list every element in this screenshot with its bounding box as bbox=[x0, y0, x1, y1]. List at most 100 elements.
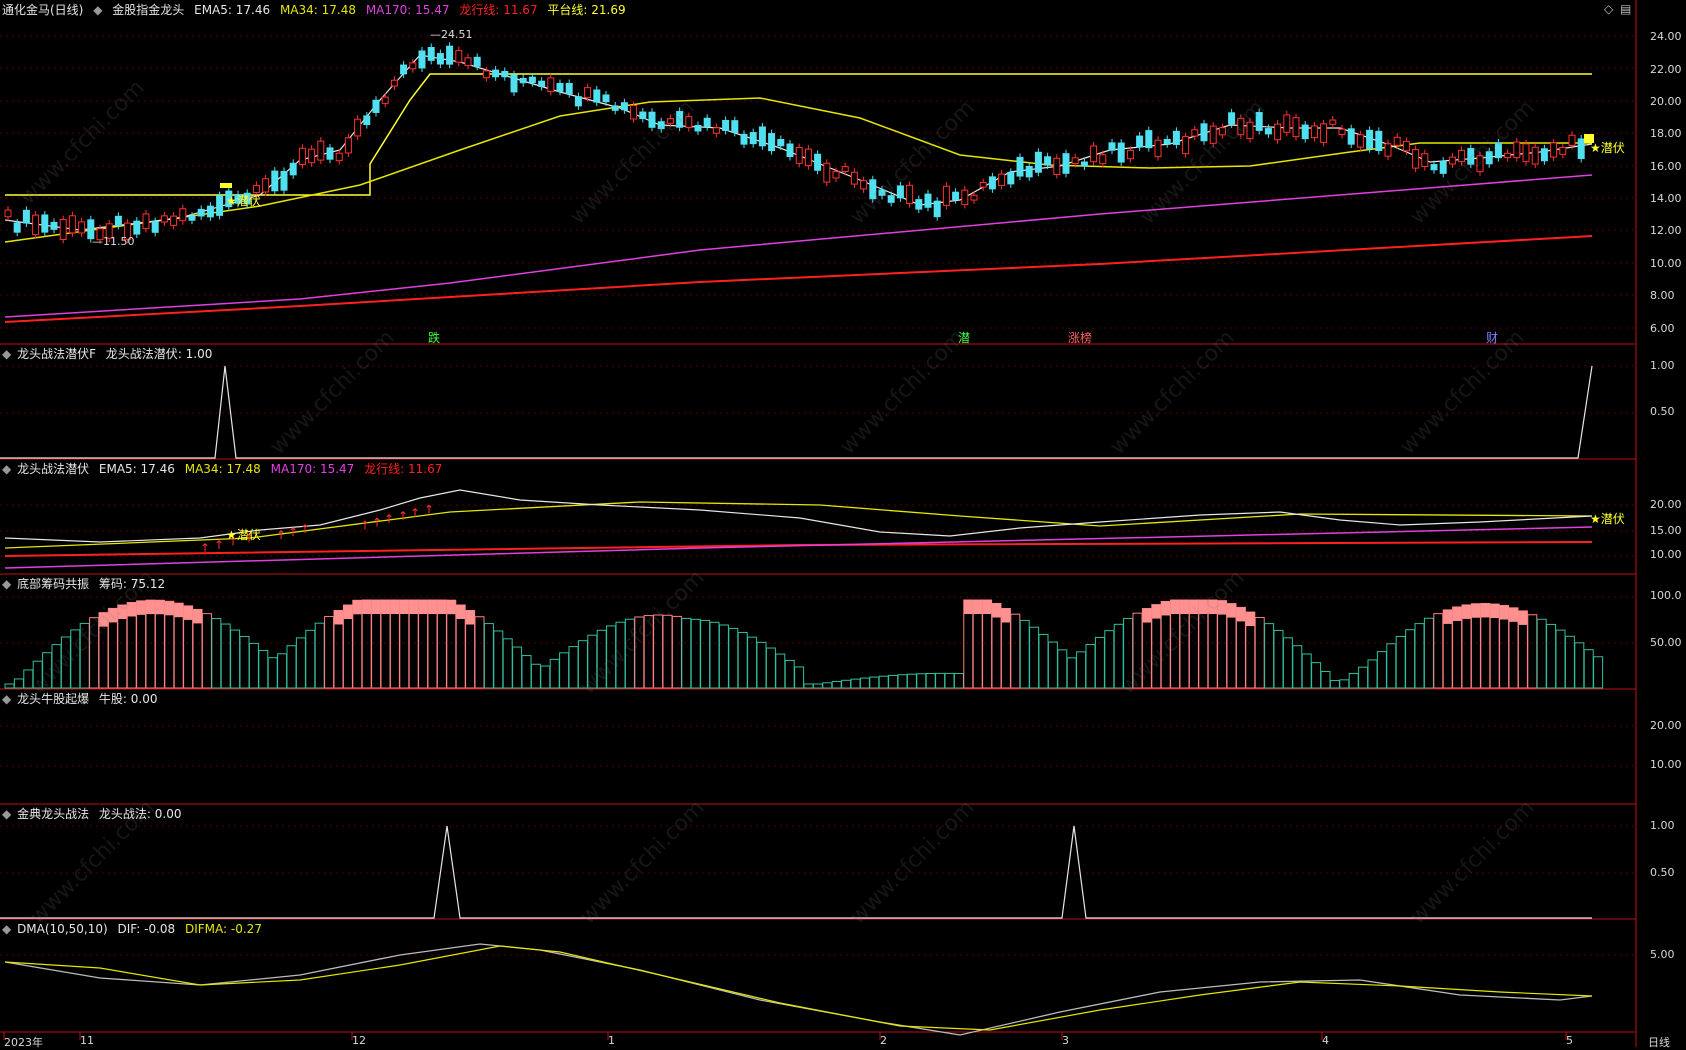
candle-body bbox=[538, 80, 546, 87]
chip-bar-top bbox=[390, 600, 400, 614]
candle-body bbox=[1274, 123, 1282, 141]
candle-body bbox=[1126, 149, 1134, 160]
candle-body bbox=[1154, 139, 1162, 158]
chip-bar bbox=[1536, 618, 1547, 689]
panel2-title[interactable]: 龙头战法潜伏F bbox=[17, 347, 96, 361]
candle-body bbox=[841, 166, 849, 173]
panel6-title[interactable]: 金典龙头战法 bbox=[17, 807, 89, 821]
main-indicator-name[interactable]: 金股指金龙头 bbox=[112, 3, 184, 17]
candle-body bbox=[326, 147, 334, 160]
panel7-title[interactable]: DMA(10,50,10) bbox=[17, 922, 108, 936]
candle-body bbox=[869, 179, 877, 200]
chip-bar bbox=[230, 629, 241, 689]
legend-dif: DIF: -0.08 bbox=[117, 922, 176, 936]
candle-body bbox=[1568, 134, 1576, 146]
chip-bar-top bbox=[1471, 603, 1481, 618]
y-tick: 22.00 bbox=[1650, 63, 1682, 76]
candle-body bbox=[620, 102, 628, 111]
panel5-legend: 牛股: 0.00 bbox=[98, 692, 158, 706]
candle-body bbox=[363, 115, 371, 126]
panel4-header: ◆ 底部筹码共振 筹码: 75.12 bbox=[2, 576, 171, 592]
collapse-icon[interactable]: ◆ bbox=[93, 3, 102, 17]
period-label[interactable]: 日线 bbox=[1648, 1034, 1670, 1050]
candle-body bbox=[1540, 148, 1548, 162]
candle-body bbox=[1034, 151, 1042, 173]
up-arrow-icon: ↑ bbox=[410, 506, 420, 520]
chip-bar bbox=[643, 615, 654, 689]
chip-bar bbox=[1564, 635, 1575, 689]
x-tick: 11 bbox=[80, 1034, 94, 1047]
up-arrow-icon: ↑ bbox=[372, 515, 382, 529]
candle-body bbox=[206, 205, 214, 218]
chip-bar-top bbox=[1170, 600, 1180, 614]
candle-body bbox=[528, 76, 536, 84]
chip-bar bbox=[859, 677, 870, 689]
chip-bar bbox=[1423, 617, 1434, 689]
candle-body bbox=[409, 62, 417, 70]
chart-stage[interactable]: ↑ ↑ ↑ ↑ ↑ ↑ ↑ ↑ ↑ ↑ ↑ ↑ ↑ www.cfchi.com www.cfchi.co… bbox=[0, 0, 1686, 1050]
chip-bar bbox=[897, 674, 908, 689]
x-tick: 3 bbox=[1062, 1034, 1069, 1047]
candle-body bbox=[142, 213, 150, 230]
legend-ema5: EMA5: 17.46 bbox=[194, 3, 271, 17]
chip-bar-top bbox=[381, 600, 390, 614]
candle-body bbox=[170, 215, 178, 226]
chart-canvas[interactable]: ↑ ↑ ↑ ↑ ↑ ↑ ↑ ↑ ↑ ↑ ↑ ↑ ↑ bbox=[0, 0, 1686, 1047]
candle-body bbox=[519, 77, 527, 84]
panel3-title[interactable]: 龙头战法潜伏 bbox=[17, 462, 89, 476]
chip-bar-top bbox=[155, 600, 165, 615]
qian-label: 潜 bbox=[958, 331, 971, 345]
chip-bar-top bbox=[1142, 608, 1152, 623]
candle-body bbox=[915, 199, 923, 210]
candle-body bbox=[1494, 142, 1502, 159]
collapse-icon[interactable]: ◆ bbox=[2, 347, 11, 361]
candle-body bbox=[832, 171, 840, 179]
chip-bar-top bbox=[343, 605, 353, 620]
chip-bar bbox=[1254, 616, 1265, 689]
chip-bar-top bbox=[1499, 605, 1509, 620]
candle-body bbox=[1522, 143, 1530, 163]
stock-title[interactable]: 通化金马(日线) bbox=[2, 3, 83, 17]
collapse-icon[interactable]: ◆ bbox=[2, 692, 11, 706]
collapse-icon[interactable]: ◆ bbox=[2, 807, 11, 821]
candle-body bbox=[197, 208, 205, 217]
candle-body bbox=[114, 215, 122, 226]
window-toggle-icon[interactable]: ▤ bbox=[1620, 2, 1631, 16]
qianfu-f-line bbox=[0, 365, 1593, 459]
candle-body bbox=[1246, 121, 1254, 140]
chip-bar bbox=[549, 658, 560, 689]
y-tick: 8.00 bbox=[1650, 289, 1675, 302]
candle-body bbox=[1338, 128, 1346, 135]
chip-bar bbox=[850, 678, 861, 689]
candle-body bbox=[970, 194, 978, 201]
chip-bar-top bbox=[108, 608, 118, 623]
candle-body bbox=[1108, 142, 1116, 151]
chip-bar bbox=[1273, 629, 1284, 689]
candle-body bbox=[1172, 130, 1180, 145]
candle-body bbox=[482, 70, 490, 79]
chip-bar bbox=[521, 655, 532, 689]
panel4-title[interactable]: 底部筹码共振 bbox=[17, 577, 89, 591]
candle-body bbox=[1117, 142, 1125, 163]
chip-bar-top bbox=[1161, 601, 1171, 616]
candle-body bbox=[887, 195, 895, 203]
collapse-icon[interactable]: ◆ bbox=[2, 462, 11, 476]
collapse-icon[interactable]: ◆ bbox=[2, 577, 11, 591]
chip-bar bbox=[512, 646, 523, 689]
candle-body bbox=[335, 152, 343, 162]
chip-bar bbox=[1123, 617, 1134, 689]
legend-longxing: 龙行线: 11.67 bbox=[364, 462, 443, 476]
candle-body bbox=[676, 111, 684, 128]
candle-body bbox=[400, 64, 408, 75]
panel7-header: ◆ DMA(10,50,10) DIF: -0.08 DIFMA: -0.27 bbox=[2, 921, 268, 937]
candle-body bbox=[850, 171, 858, 185]
diamond-icon[interactable]: ◇ bbox=[1604, 2, 1613, 16]
y-tick: 6.00 bbox=[1650, 322, 1675, 335]
panel5-title[interactable]: 龙头牛股起爆 bbox=[17, 692, 89, 706]
candle-body bbox=[280, 170, 288, 191]
candle-body bbox=[657, 121, 665, 130]
y-tick: 50.00 bbox=[1650, 636, 1682, 649]
collapse-icon[interactable]: ◆ bbox=[2, 922, 11, 936]
candle-body bbox=[473, 56, 481, 67]
legend-pingtai: 平台线: 21.69 bbox=[547, 3, 626, 17]
